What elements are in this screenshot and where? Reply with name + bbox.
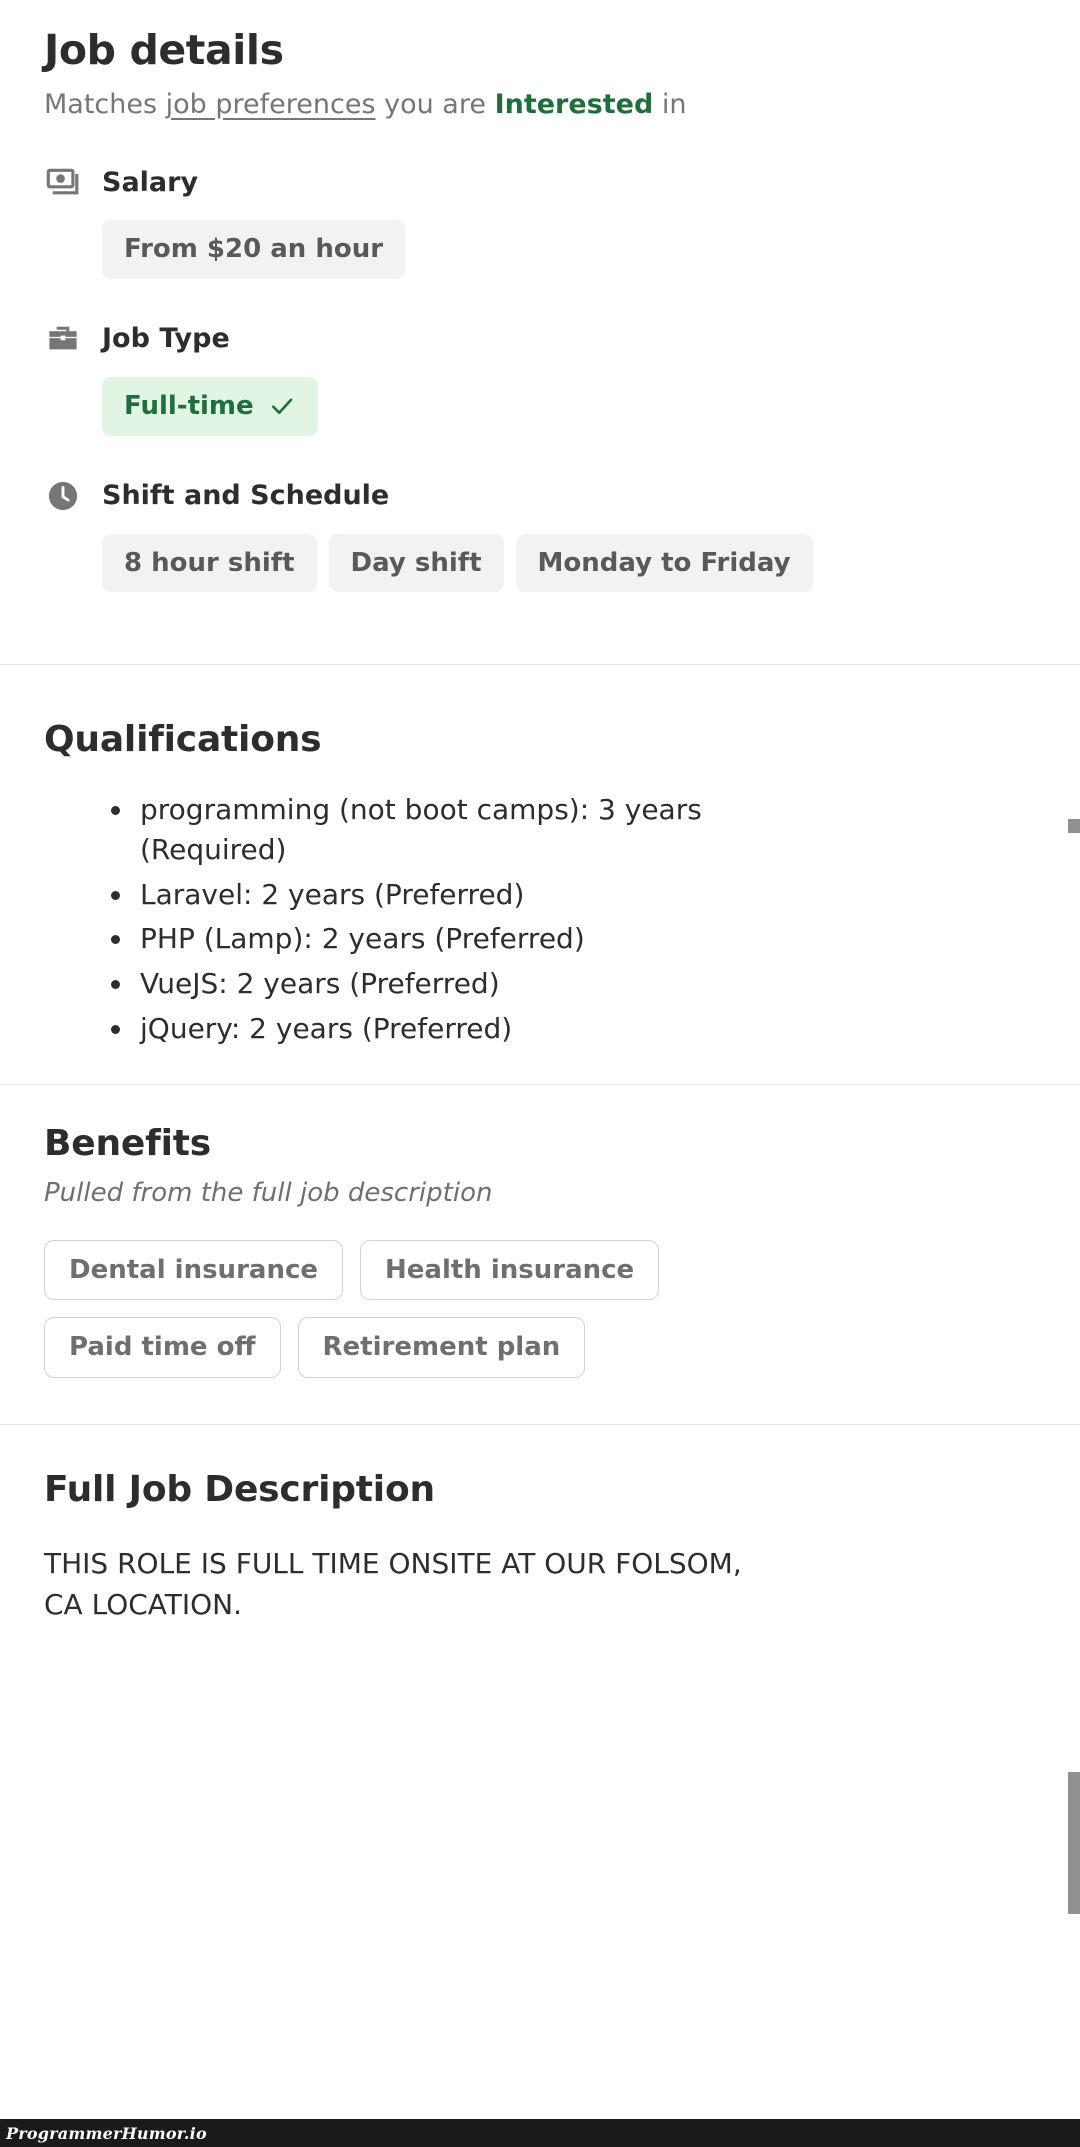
page-title: Job details — [44, 26, 284, 74]
job-preferences-link[interactable]: job preferences — [166, 89, 376, 120]
attribute-header-shift-and-schedule: Shift and Schedule — [44, 476, 1036, 516]
job-type-chip-label: Full-time — [124, 390, 254, 421]
salary-chip[interactable]: From $20 an hour — [102, 220, 406, 279]
chip-row-shift-and-schedule: 8 hour shift Day shift Monday to Friday — [102, 533, 1036, 593]
attribute-label-job-type: Job Type — [102, 323, 230, 355]
benefit-chip[interactable]: Paid time off — [44, 1317, 281, 1379]
chip-row-salary: From $20 an hour — [102, 220, 1036, 279]
benefit-chip[interactable]: Health insurance — [360, 1239, 660, 1301]
benefit-chip[interactable]: Dental insurance — [44, 1239, 343, 1301]
attribute-header-job-type: Job Type — [44, 319, 1036, 359]
matches-preferences-line: Matches job preferences you are Interest… — [44, 87, 1036, 122]
list-item: PHP (Lamp): 2 years (Preferred) — [111, 919, 750, 959]
matches-prefix: Matches — [44, 89, 166, 121]
scrollbar-thumb[interactable] — [1068, 1772, 1080, 1914]
benefits-title: Benefits — [44, 1122, 211, 1164]
job-details-section: Job details Matches job preferences you … — [0, 0, 1080, 593]
checkmark-icon — [268, 392, 296, 420]
money-icon — [44, 163, 82, 201]
job-details-page: Job details Matches job preferences you … — [0, 0, 1080, 2147]
qualifications-title: Qualifications — [44, 719, 322, 761]
attribute-label-shift-and-schedule: Shift and Schedule — [102, 480, 390, 512]
matches-suffix: in — [653, 89, 687, 121]
attribute-label-salary: Salary — [102, 166, 199, 198]
list-item: Laravel: 2 years (Preferred) — [111, 875, 750, 915]
briefcase-icon — [44, 320, 82, 358]
full-job-description-body: THIS ROLE IS FULL TIME ONSITE AT OUR FOL… — [44, 1547, 742, 1621]
watermark-bar: ProgrammerHumor.io — [0, 2119, 1080, 2147]
benefits-subtitle: Pulled from the full job description — [44, 1177, 493, 1208]
attribute-group-job-type: Job Type Full-time — [44, 319, 1036, 436]
benefits-section: Benefits Pulled from the full job descri… — [0, 1085, 1080, 1424]
qualifications-list: programming (not boot camps): 3 years (R… — [44, 790, 1036, 1049]
list-item: VueJS: 2 years (Preferred) — [111, 964, 750, 1004]
job-type-chip[interactable]: Full-time — [102, 376, 318, 436]
attribute-header-salary: Salary — [44, 162, 1036, 202]
benefits-chip-row: Dental insurance Health insurance Paid t… — [44, 1239, 804, 1379]
shift-chip[interactable]: 8 hour shift — [102, 533, 317, 593]
list-item: programming (not boot camps): 3 years (R… — [111, 790, 750, 870]
shift-chip[interactable]: Monday to Friday — [515, 533, 813, 593]
clock-icon — [44, 477, 82, 515]
benefit-chip[interactable]: Retirement plan — [297, 1317, 586, 1379]
chip-row-job-type: Full-time — [102, 376, 1036, 436]
list-item: jQuery: 2 years (Preferred) — [111, 1009, 750, 1049]
matches-middle: you are — [375, 89, 495, 121]
qualifications-section: Qualifications programming (not boot cam… — [0, 665, 1080, 1084]
watermark-label: ProgrammerHumor.io — [6, 2123, 207, 2143]
scrollbar-thumb[interactable] — [1068, 819, 1080, 833]
matches-interested-label: Interested — [494, 89, 654, 121]
attribute-group-shift-and-schedule: Shift and Schedule 8 hour shift Day shif… — [44, 476, 1036, 593]
shift-chip[interactable]: Day shift — [328, 533, 504, 593]
attribute-group-salary: Salary From $20 an hour — [44, 162, 1036, 279]
full-job-description-section: Full Job Description THIS ROLE IS FULL T… — [0, 1425, 1080, 1663]
full-job-description-title: Full Job Description — [44, 1469, 435, 1511]
